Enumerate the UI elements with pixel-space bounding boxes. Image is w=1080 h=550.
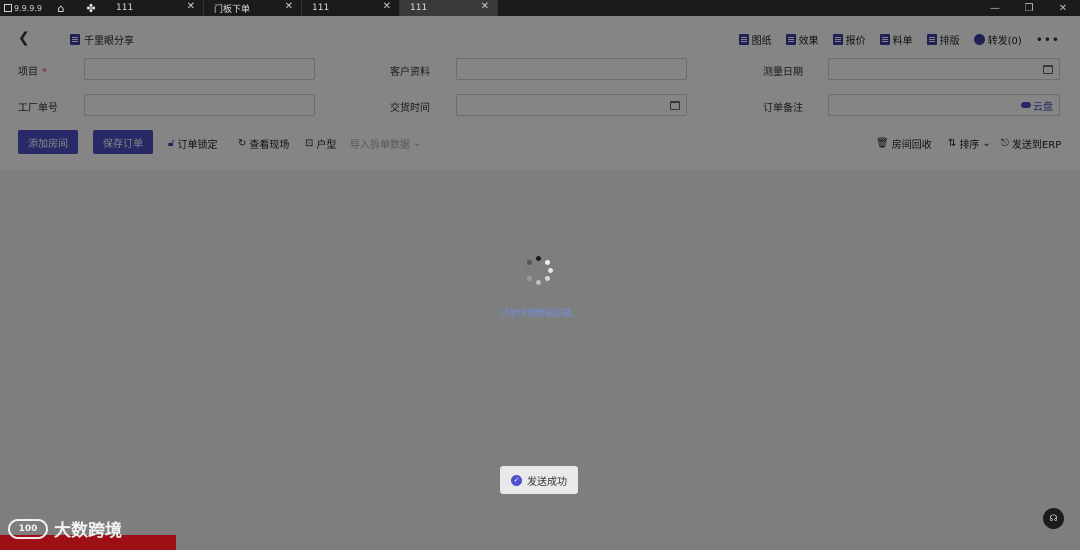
tab-label: 111: [410, 3, 428, 13]
restore-icon[interactable]: ❐: [1012, 0, 1046, 16]
app-version: 9.9.9.9: [0, 0, 46, 16]
window-close-icon[interactable]: ✕: [1046, 0, 1080, 16]
loading-spinner-icon: [524, 256, 554, 286]
tab-label: 门板下单: [214, 4, 251, 15]
tab-4[interactable]: 111 ✕: [400, 0, 498, 16]
minimize-icon[interactable]: —: [978, 0, 1012, 16]
title-bar: 9.9.9.9 ⌂ ✤ 111 ✕ 门板下单 ✕ 111 ✕ 111 ✕ — ❐…: [0, 0, 1080, 16]
check-circle-icon: ✓: [511, 474, 522, 486]
tab-2[interactable]: 门板下单 ✕: [204, 0, 302, 16]
tab-label: 111: [116, 3, 134, 13]
tab-label: 111: [312, 3, 330, 13]
watermark: 100 大数跨境: [8, 516, 122, 541]
loading-text: 订单详情数据加载...: [499, 309, 581, 319]
window-controls: — ❐ ✕: [978, 0, 1080, 16]
close-icon[interactable]: ✕: [285, 1, 293, 12]
tab-1[interactable]: 111 ✕: [106, 0, 204, 16]
close-icon[interactable]: ✕: [481, 1, 489, 12]
toast-text: 发送成功: [527, 476, 567, 488]
tab-3[interactable]: 111 ✕: [302, 0, 400, 16]
customer-service-icon[interactable]: ☊: [1043, 508, 1064, 529]
close-icon[interactable]: ✕: [187, 1, 195, 12]
version-label: 9.9.9.9: [14, 3, 42, 13]
home-icon[interactable]: ⌂: [46, 0, 76, 16]
close-icon[interactable]: ✕: [383, 1, 391, 12]
watermark-text: 大数跨境: [54, 521, 122, 541]
watermark-logo-icon: 100: [8, 518, 48, 539]
plugin-icon[interactable]: ✤: [76, 0, 106, 16]
app-logo-icon: [4, 4, 12, 12]
success-toast: ✓ 发送成功: [500, 466, 578, 494]
